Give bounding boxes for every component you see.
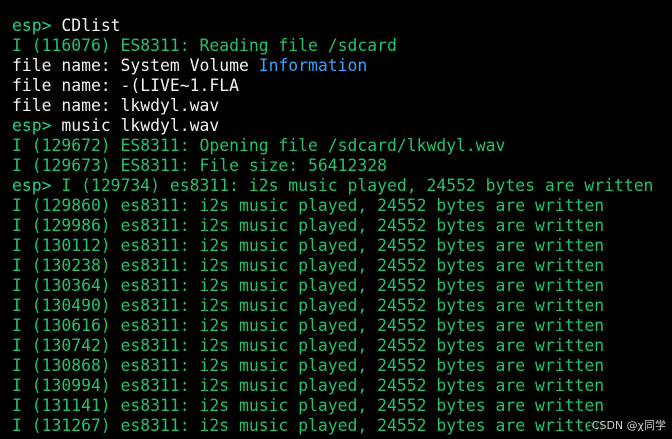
terminal-line: I (129673) ES8311: File size: 56412328	[12, 156, 653, 176]
terminal-window[interactable]: esp> CDlist I (116076) ES8311: Reading fi…	[0, 0, 672, 439]
shell-prompt: esp>	[12, 116, 62, 135]
log-message: I (130490) es8311: i2s music played, 245…	[12, 296, 605, 315]
log-message: I (130112) es8311: i2s music played, 245…	[12, 236, 605, 255]
log-message: I (130994) es8311: i2s music played, 245…	[12, 376, 605, 395]
log-message: I (131267) es8311: i2s music played, 245…	[12, 416, 605, 435]
log-message: I (130616) es8311: i2s music played, 245…	[12, 316, 605, 335]
shell-prompt: esp>	[12, 16, 62, 35]
terminal-line: esp> I (129734) es8311: i2s music played…	[12, 176, 653, 196]
terminal-line: I (130742) es8311: i2s music played, 245…	[12, 336, 653, 356]
terminal-line: I (130868) es8311: i2s music played, 245…	[12, 356, 653, 376]
output-text: file name: lkwdyl.wav	[12, 96, 220, 115]
terminal-line: I (116076) ES8311: Reading file /sdcard	[12, 36, 653, 56]
terminal-line: I (130616) es8311: i2s music played, 245…	[12, 316, 653, 336]
log-message: I (130364) es8311: i2s music played, 245…	[12, 276, 605, 295]
log-message: I (116076) ES8311: Reading file /sdcard	[12, 36, 397, 55]
terminal-line: I (131141) es8311: i2s music played, 245…	[12, 396, 653, 416]
highlighted-keyword: Information	[258, 56, 368, 75]
terminal-line: esp> music lkwdyl.wav	[12, 116, 653, 136]
terminal-line: I (129672) ES8311: Opening file /sdcard/…	[12, 136, 653, 156]
log-message: I (130868) es8311: i2s music played, 245…	[12, 356, 605, 375]
log-message: I (131141) es8311: i2s music played, 245…	[12, 396, 605, 415]
csdn-watermark: CSDN @χ同学	[589, 417, 668, 433]
output-text: file name: -(LIVE~1.FLA	[12, 76, 239, 95]
terminal-line: file name: System Volume Information	[12, 56, 653, 76]
terminal-line: I (130490) es8311: i2s music played, 245…	[12, 296, 653, 316]
log-message: I (129860) es8311: i2s music played, 245…	[12, 196, 605, 215]
terminal-line: I (130364) es8311: i2s music played, 245…	[12, 276, 653, 296]
terminal-line: I (130112) es8311: i2s music played, 245…	[12, 236, 653, 256]
log-message: I (129673) ES8311: File size: 56412328	[12, 156, 387, 175]
terminal-line: I (129986) es8311: i2s music played, 245…	[12, 216, 653, 236]
terminal-line: I (129860) es8311: i2s music played, 245…	[12, 196, 653, 216]
log-message: I (129734) es8311: i2s music played, 245…	[61, 176, 654, 195]
terminal-line: I (130994) es8311: i2s music played, 245…	[12, 376, 653, 396]
command-text: CDlist	[61, 16, 121, 35]
terminal-line: esp> CDlist	[12, 16, 653, 36]
terminal-line: I (130238) es8311: i2s music played, 245…	[12, 256, 653, 276]
shell-prompt: esp>	[12, 176, 62, 195]
terminal-line: file name: -(LIVE~1.FLA	[12, 76, 653, 96]
log-message: I (130238) es8311: i2s music played, 245…	[12, 256, 605, 275]
command-text: music lkwdyl.wav	[61, 116, 220, 135]
terminal-line: I (131267) es8311: i2s music played, 245…	[12, 416, 653, 436]
log-message: I (129986) es8311: i2s music played, 245…	[12, 216, 605, 235]
log-message: I (129672) ES8311: Opening file /sdcard/…	[12, 136, 506, 155]
terminal-line: file name: lkwdyl.wav	[12, 96, 653, 116]
output-text: file name: System Volume	[12, 56, 259, 75]
terminal-output: esp> CDlist I (116076) ES8311: Reading fi…	[12, 16, 653, 436]
log-message: I (130742) es8311: i2s music played, 245…	[12, 336, 605, 355]
